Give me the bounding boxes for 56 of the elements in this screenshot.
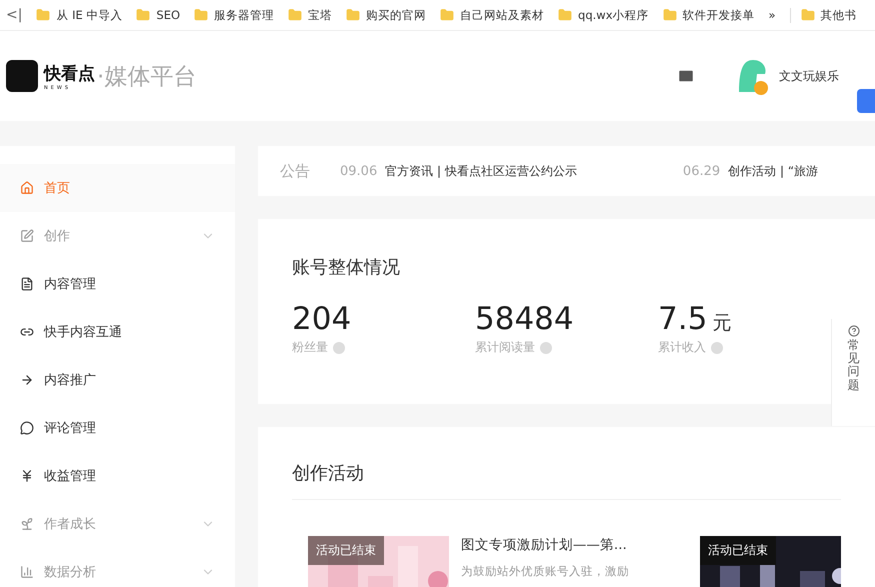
bar-chart-icon bbox=[20, 565, 34, 579]
yen-icon bbox=[20, 469, 34, 483]
stat-unit: 元 bbox=[712, 312, 732, 334]
folder-icon bbox=[288, 8, 302, 22]
bookmark[interactable]: 从 IE 中导入 bbox=[36, 8, 122, 22]
comment-icon bbox=[20, 421, 34, 435]
status-badge: 活动已结束 bbox=[308, 536, 384, 565]
folder-icon bbox=[800, 8, 815, 22]
stat-value: 58484 bbox=[475, 301, 574, 337]
activity-title[interactable]: 图文专项激励计划——第... bbox=[460, 536, 688, 554]
help-icon[interactable] bbox=[540, 342, 552, 354]
logo-icon bbox=[6, 60, 38, 92]
folder-icon bbox=[136, 8, 150, 22]
sprout-icon bbox=[20, 517, 34, 531]
arrow-icon bbox=[20, 373, 34, 387]
folder-icon bbox=[346, 8, 360, 22]
folder-icon bbox=[558, 8, 572, 22]
help-tab[interactable]: 常见问题 bbox=[831, 319, 875, 426]
notice-link[interactable]: 创作活动 | “旅游 bbox=[728, 162, 818, 180]
more-bookmarks-button[interactable]: » bbox=[768, 8, 776, 22]
bookmark[interactable]: 软件开发接单 bbox=[662, 8, 755, 22]
side-tab-icon[interactable] bbox=[857, 89, 875, 113]
folder-icon bbox=[194, 8, 208, 22]
platform-title: ·媒体平台 bbox=[97, 62, 196, 92]
bookmark[interactable]: 自己网站及素材 bbox=[440, 8, 544, 22]
stat-label: 累计阅读量 bbox=[475, 339, 535, 356]
bookmark[interactable]: qq.wx小程序 bbox=[558, 8, 649, 22]
status-badge: 活动已结束 bbox=[700, 536, 776, 565]
activity-description: 为鼓励站外优质账号入驻，激励 bbox=[460, 564, 630, 579]
bookmark[interactable]: SEO bbox=[136, 8, 180, 22]
edit-icon bbox=[20, 229, 34, 243]
back-button[interactable]: <| bbox=[6, 7, 22, 23]
bookmark[interactable]: 服务器管理 bbox=[194, 8, 274, 22]
notice-label: 公告 bbox=[280, 162, 310, 180]
stat-label: 累计收入 bbox=[658, 339, 706, 356]
notice-date: 09.06 bbox=[340, 164, 378, 178]
help-icon[interactable] bbox=[333, 342, 345, 354]
section-title: 账号整体情况 bbox=[292, 256, 401, 279]
home-icon bbox=[20, 181, 34, 195]
username: 文文玩娱乐 bbox=[779, 68, 839, 84]
bookmark[interactable]: 宝塔 bbox=[288, 8, 332, 22]
notice-date: 06.29 bbox=[682, 164, 720, 178]
bookmark[interactable]: 其他书 bbox=[790, 8, 857, 22]
stat-value: 7.5 bbox=[658, 301, 708, 337]
help-icon bbox=[848, 325, 860, 337]
brand-name: 快看点 bbox=[44, 62, 95, 84]
document-icon bbox=[20, 277, 34, 291]
folder-icon bbox=[662, 8, 677, 22]
bookmark[interactable]: 购买的官网 bbox=[346, 8, 426, 22]
folder-icon bbox=[36, 8, 50, 22]
stat-label: 粉丝量 bbox=[292, 339, 328, 356]
folder-icon bbox=[440, 8, 454, 22]
help-icon[interactable] bbox=[711, 342, 723, 354]
notice-link[interactable]: 官方资讯 | 快看点社区运营公约公示 bbox=[385, 162, 577, 180]
stat-value: 204 bbox=[292, 301, 352, 337]
section-title: 创作活动 bbox=[292, 462, 365, 485]
